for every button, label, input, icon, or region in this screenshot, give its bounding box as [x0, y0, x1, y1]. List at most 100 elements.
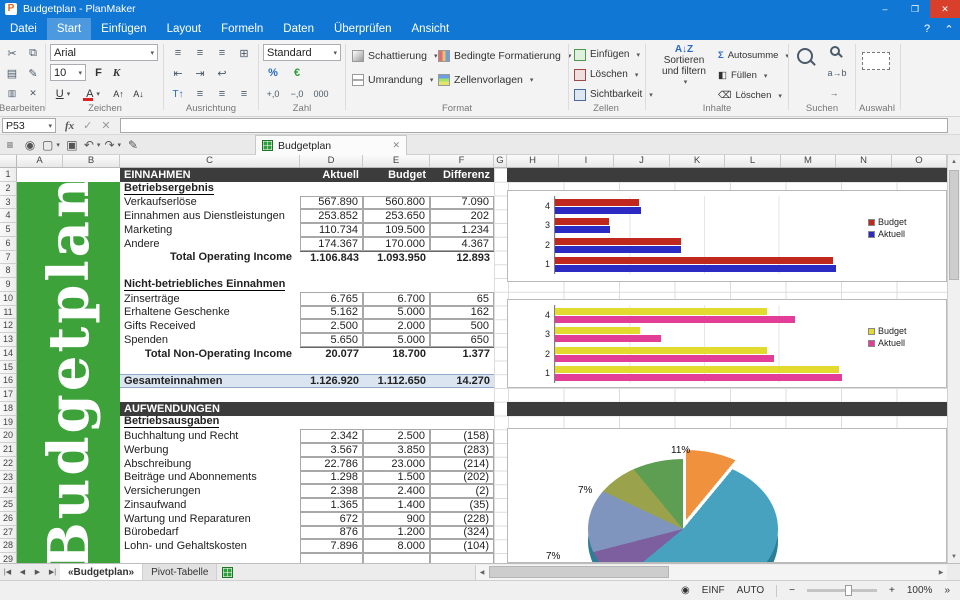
zoom-in-button[interactable]: + [889, 585, 895, 596]
column-header-K[interactable]: K [670, 155, 725, 167]
zoom-slider-thumb[interactable] [845, 585, 852, 596]
cell[interactable]: 672 [300, 512, 363, 526]
row-header-22[interactable]: 22 [0, 457, 17, 471]
row-label[interactable]: Gifts Received [120, 319, 300, 333]
horizontal-scroll-thumb[interactable] [489, 566, 669, 578]
document-tab-close-icon[interactable]: ✕ [392, 140, 400, 151]
close-button[interactable]: ✕ [930, 0, 960, 18]
sheet-row-1[interactable]: EINNAHMENAktuellBudgetDifferenz [120, 168, 494, 182]
column-header-I[interactable]: I [559, 155, 614, 167]
title-bar[interactable]: P Budgetplan - PlanMaker – ❐ ✕ [0, 0, 960, 18]
vertical-scroll-thumb[interactable] [949, 170, 959, 280]
sheet-row-13[interactable]: Spenden5.6505.000650 [120, 333, 494, 347]
cell[interactable]: 170.000 [363, 237, 430, 251]
column-header-O[interactable]: O [892, 155, 947, 167]
paste-icon[interactable]: ▤ [2, 64, 22, 82]
sheet-row-25[interactable]: Zinsaufwand1.3651.400(35) [120, 498, 494, 512]
row-header-25[interactable]: 25 [0, 498, 17, 512]
insert-mode-indicator[interactable]: EINF [702, 585, 725, 596]
cell[interactable]: (2) [430, 484, 494, 498]
cell[interactable]: 4.367 [430, 237, 494, 251]
scroll-right-icon[interactable]: ▶ [935, 565, 947, 580]
sheet-row-23[interactable]: Beiträge und Abonnements1.2981.500(202) [120, 471, 494, 485]
add-decimal-icon[interactable]: +,0 [263, 85, 283, 103]
column-header-F[interactable]: F [430, 155, 494, 167]
cell[interactable]: 1.500 [363, 471, 430, 485]
grow-font-button[interactable]: A↑ [110, 85, 127, 102]
row-header-8[interactable]: 8 [0, 264, 17, 278]
valign-bottom-icon[interactable]: ≡ [212, 44, 232, 62]
first-sheet-icon[interactable]: |◀ [0, 564, 15, 580]
menu-tab-ansicht[interactable]: Ansicht [402, 18, 460, 40]
column-header-B[interactable]: B [63, 155, 120, 167]
row-label[interactable]: Spenden [120, 333, 300, 347]
cell[interactable]: 1.126.920 [300, 375, 363, 387]
clear-formatting-icon[interactable]: ✕ [23, 84, 43, 102]
bold-button[interactable]: F [90, 64, 107, 81]
minimize-button[interactable]: – [870, 0, 900, 18]
scroll-down-icon[interactable]: ▼ [948, 550, 960, 563]
row-header-26[interactable]: 26 [0, 512, 17, 526]
percent-format-icon[interactable]: % [263, 64, 283, 82]
cell[interactable]: 253.650 [363, 209, 430, 223]
cell[interactable]: 1.093.950 [363, 251, 430, 265]
sheet-row-9[interactable]: Nicht-betriebliches Einnahmen [120, 278, 494, 292]
column-header-J[interactable]: J [614, 155, 670, 167]
touch-mode-icon[interactable]: ◉ [20, 138, 40, 152]
cell[interactable]: 20.077 [300, 347, 363, 361]
row-header-20[interactable]: 20 [0, 429, 17, 443]
cell[interactable]: 560.800 [363, 196, 430, 210]
sheet-row-14[interactable]: Total Non-Operating Income20.07718.7001.… [120, 347, 494, 361]
font-color-button[interactable]: A▾ [80, 85, 106, 102]
sheet-row-7[interactable]: Total Operating Income1.106.8431.093.950… [120, 251, 494, 265]
row-header-28[interactable]: 28 [0, 539, 17, 553]
sheet-row-28[interactable]: Lohn- und Gehaltskosten7.8968.000(104) [120, 539, 494, 553]
delete-cells-button[interactable]: Löschen▾ [574, 65, 638, 84]
hamburger-menu-icon[interactable]: ≡ [0, 138, 20, 152]
expenses-header-band[interactable] [507, 402, 947, 416]
cell[interactable]: 2.500 [300, 319, 363, 333]
row-label[interactable] [120, 553, 300, 563]
wrap-text-icon[interactable]: ↩ [212, 64, 232, 82]
redo-icon[interactable]: ↷▾ [102, 138, 123, 152]
last-sheet-icon[interactable]: ▶| [45, 564, 60, 580]
valign-middle-icon[interactable]: ≡ [190, 44, 210, 62]
sheet-row-27[interactable]: Bürobedarf8761.200(324) [120, 526, 494, 540]
cell[interactable]: 1.234 [430, 223, 494, 237]
prev-sheet-icon[interactable]: ◀ [15, 564, 30, 580]
row-header-3[interactable]: 3 [0, 196, 17, 210]
sheet-row-19[interactable]: Betriebsausgaben [120, 416, 494, 430]
document-tab[interactable]: Budgetplan ✕ [255, 135, 407, 155]
sheet-tab-0[interactable]: «Budgetplan» [60, 564, 143, 580]
row-label[interactable]: EINNAHMEN [120, 168, 300, 182]
cell[interactable]: 174.367 [300, 237, 363, 251]
cell[interactable]: 2.500 [363, 429, 430, 443]
cell[interactable]: 110.734 [300, 223, 363, 237]
collapse-ribbon-icon[interactable]: ⌃ [938, 18, 960, 40]
row-label[interactable]: Zinserträge [120, 292, 300, 306]
row-header-11[interactable]: 11 [0, 306, 17, 320]
calc-mode-indicator[interactable]: AUTO [737, 585, 765, 596]
column-label[interactable]: Budget [363, 168, 430, 182]
insert-function-icon[interactable]: fx [65, 120, 74, 132]
sheet-row-11[interactable]: Erhaltene Geschenke5.1625.000162 [120, 306, 494, 320]
column-header-N[interactable]: N [836, 155, 892, 167]
cell[interactable]: 253.852 [300, 209, 363, 223]
cell[interactable] [430, 553, 494, 563]
italic-button[interactable]: K [108, 64, 125, 81]
cell[interactable]: (104) [430, 539, 494, 553]
row-label[interactable]: Versicherungen [120, 484, 300, 498]
copy-icon[interactable]: ⧉ [23, 44, 43, 62]
column-header-M[interactable]: M [781, 155, 836, 167]
sort-filter-button[interactable]: A↓Z Sortieren und filtern ▾ [652, 44, 716, 88]
sheet-row-10[interactable]: Zinserträge6.7656.70065 [120, 292, 494, 306]
cell[interactable]: 2.000 [363, 319, 430, 333]
sheet-row-24[interactable]: Versicherungen2.3982.400(2) [120, 484, 494, 498]
insert-cells-button[interactable]: Einfügen▾ [574, 45, 640, 64]
row-header-7[interactable]: 7 [0, 251, 17, 265]
cell[interactable]: 6.700 [363, 292, 430, 306]
rotate-text-icon[interactable]: T↑ [168, 85, 188, 103]
cell[interactable]: 567.890 [300, 196, 363, 210]
number-format-select[interactable]: Standard▾ [263, 44, 341, 61]
sheet-row-21[interactable]: Werbung3.5673.850(283) [120, 443, 494, 457]
